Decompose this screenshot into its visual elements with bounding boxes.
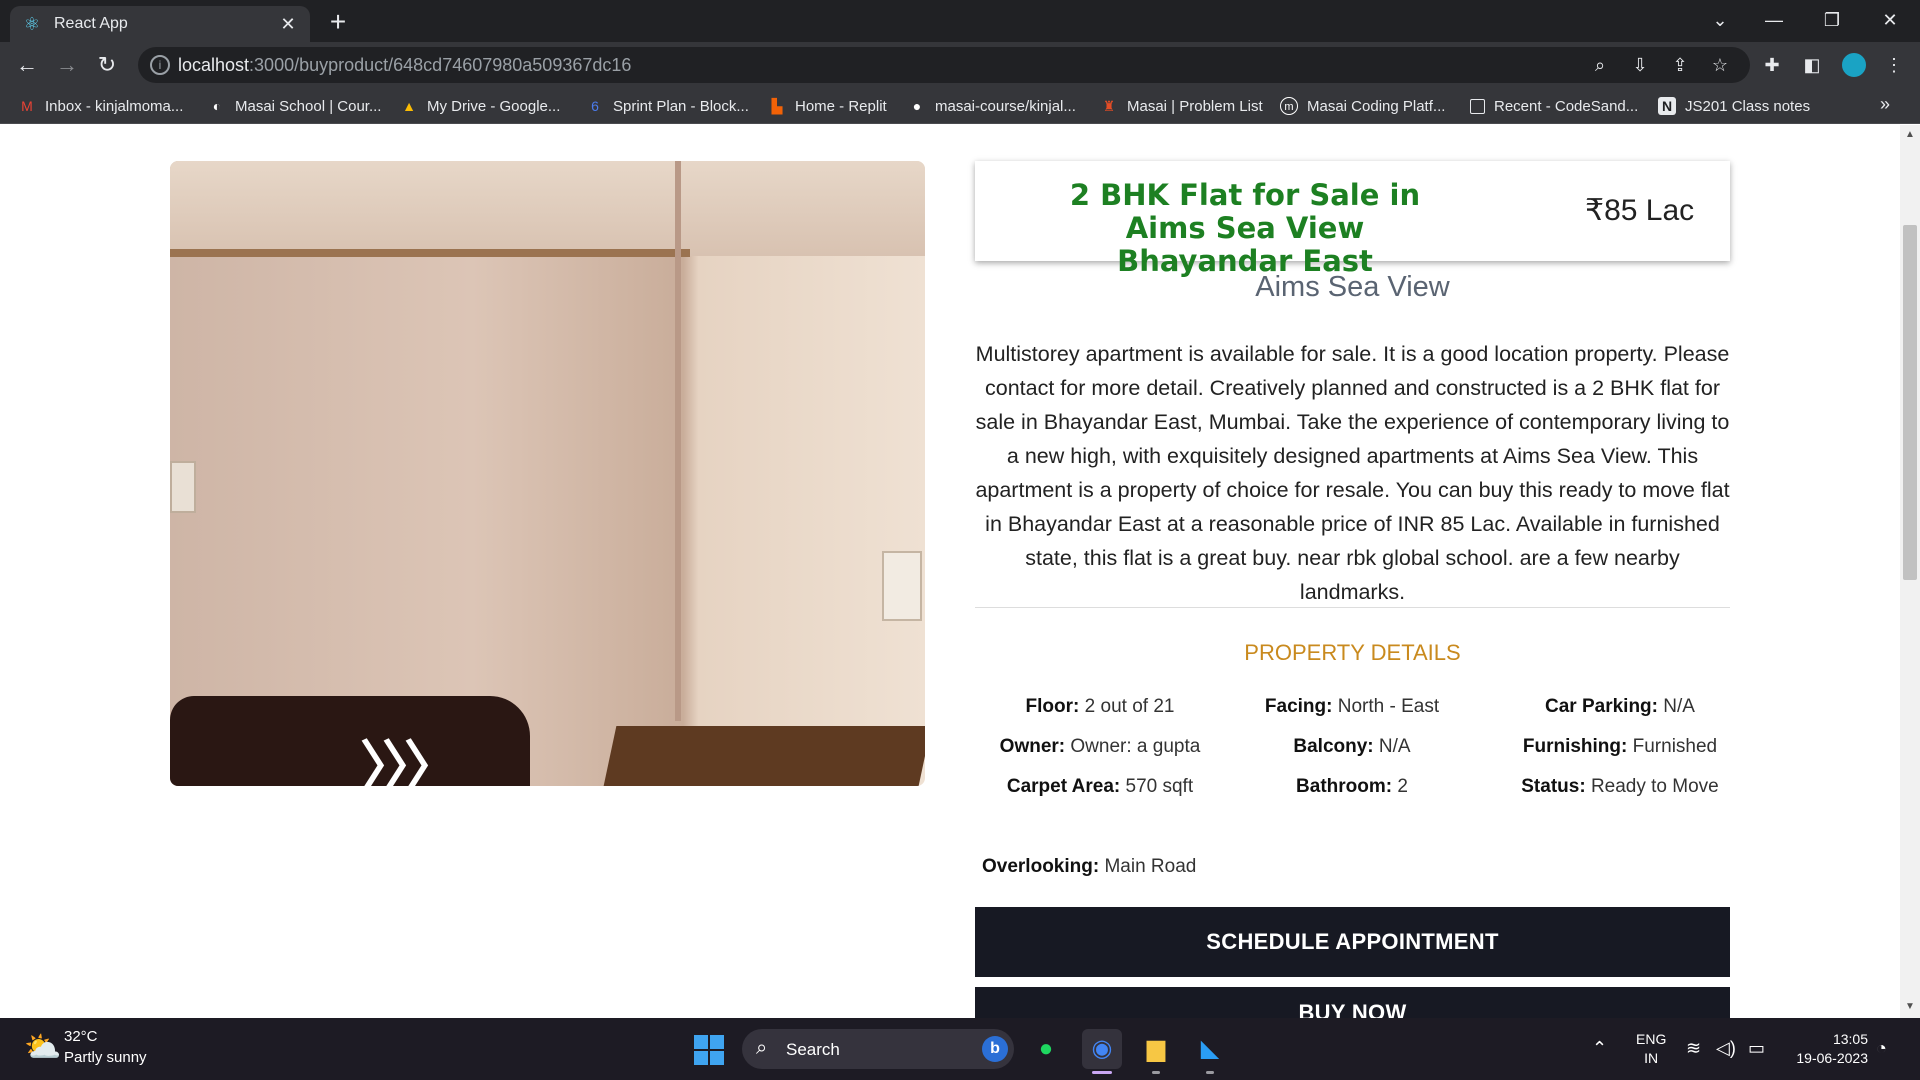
- share-icon[interactable]: ⇪: [1668, 53, 1692, 77]
- notion-icon: N: [1658, 97, 1676, 115]
- react-icon: ⚛: [23, 14, 41, 34]
- masai-coding-icon: m: [1280, 97, 1298, 115]
- bookmark-replit[interactable]: ▙ Home - Replit: [768, 96, 887, 116]
- install-app-icon[interactable]: ⇩: [1628, 53, 1652, 77]
- detail-bathroom: Bathroom: 2: [1296, 776, 1408, 797]
- page-scrollbar[interactable]: ▲ ▼: [1900, 125, 1920, 1018]
- detail-furnishing: Furnishing: Furnished: [1522, 736, 1718, 757]
- page-content: 〉〉〉 2 BHK Flat for Sale in Aims Sea View…: [0, 125, 1920, 1018]
- reload-button[interactable]: ↻: [92, 50, 122, 80]
- tab-title: React App: [54, 15, 128, 32]
- detail-carpet-area: Carpet Area: 570 sqft: [1006, 776, 1194, 797]
- new-tab-button[interactable]: +: [324, 8, 352, 36]
- weather-icon[interactable]: ⛅: [24, 1030, 61, 1066]
- close-window-button[interactable]: ✕: [1866, 0, 1914, 40]
- detail-balcony: Balcony: N/A: [1293, 736, 1411, 757]
- notifications-icon[interactable]: ◔: [1876, 1038, 1887, 1059]
- back-button[interactable]: ←: [12, 50, 42, 80]
- weather-temperature[interactable]: 32°C: [64, 1028, 98, 1045]
- zoom-search-icon[interactable]: ⌕: [1588, 53, 1612, 77]
- property-title: 2 BHK Flat for Sale in Aims Sea View Bha…: [1069, 178, 1421, 278]
- windows-taskbar: ⛅ 32°C Partly sunny ⌕ Search b ● ◉ ▆ ◣ ⌃…: [0, 1018, 1920, 1080]
- buy-now-button[interactable]: BUY NOW: [975, 987, 1730, 1018]
- weather-condition[interactable]: Partly sunny: [64, 1049, 147, 1066]
- detail-floor: Floor: 2 out of 21: [1025, 696, 1175, 717]
- bookmarks-overflow-icon[interactable]: »: [1880, 94, 1890, 115]
- site-info-icon[interactable]: i: [150, 55, 170, 75]
- block-icon: 6: [591, 98, 599, 114]
- wifi-icon[interactable]: ≋: [1686, 1038, 1701, 1059]
- codesandbox-icon: [1470, 98, 1485, 114]
- property-details-heading: PROPERTY DETAILS: [1244, 640, 1461, 665]
- vscode-icon[interactable]: ◣: [1190, 1029, 1230, 1069]
- forward-button[interactable]: →: [52, 50, 82, 80]
- extensions-icon[interactable]: ✚: [1760, 53, 1784, 77]
- scroll-up-arrow-icon[interactable]: ▲: [1905, 129, 1915, 140]
- menu-kebab-icon[interactable]: ⋮: [1882, 53, 1906, 77]
- bookmarks-bar: M Inbox - kinjalmoma... ◐ Masai School | C…: [0, 88, 1920, 124]
- bookmark-gmail[interactable]: M Inbox - kinjalmoma...: [18, 96, 183, 116]
- masai-problem-icon: ♜: [1102, 98, 1116, 114]
- bookmark-js201-notes[interactable]: N JS201 Class notes: [1658, 96, 1810, 116]
- search-label: Search: [786, 1040, 840, 1059]
- scrollbar-thumb[interactable]: [1903, 225, 1917, 580]
- masai-icon: ◐: [212, 98, 222, 114]
- profile-avatar[interactable]: [1840, 51, 1868, 79]
- bing-icon[interactable]: b: [982, 1036, 1008, 1062]
- detail-status: Status: Ready to Move: [1521, 776, 1719, 797]
- search-icon: ⌕: [756, 1037, 768, 1059]
- url-text[interactable]: localhost:3000/buyproduct/648cd74607980a…: [178, 55, 631, 76]
- google-drive-icon: ▲: [402, 98, 416, 114]
- restore-button[interactable]: ❐: [1808, 0, 1856, 40]
- scroll-down-arrow-icon[interactable]: ▼: [1905, 1001, 1915, 1012]
- address-bar[interactable]: i localhost:3000/buyproduct/648cd7460798…: [138, 47, 1750, 83]
- github-icon: ●: [912, 98, 922, 114]
- detail-car-parking: Car Parking: N/A: [1545, 696, 1695, 717]
- volume-icon[interactable]: ◁): [1716, 1038, 1736, 1059]
- property-price: ₹85 Lac: [1585, 194, 1695, 227]
- tab-close-icon[interactable]: ✕: [278, 14, 298, 34]
- detail-overlooking: Overlooking: Main Road: [982, 856, 1197, 877]
- gmail-icon: M: [21, 98, 33, 114]
- schedule-appointment-button[interactable]: SCHEDULE APPOINTMENT: [975, 907, 1730, 977]
- spotify-icon[interactable]: ●: [1026, 1029, 1066, 1069]
- divider: [975, 607, 1730, 608]
- bookmark-google-drive[interactable]: ▲ My Drive - Google...: [400, 96, 560, 116]
- bookmark-masai-school[interactable]: ◐ Masai School | Cour...: [208, 96, 382, 116]
- tray-overflow-chevron-icon[interactable]: ⌃: [1592, 1038, 1607, 1059]
- bookmark-masai-coding[interactable]: m Masai Coding Platf...: [1280, 96, 1445, 116]
- bookmark-sprint-plan[interactable]: 6 Sprint Plan - Block...: [586, 96, 749, 116]
- replit-icon: ▙: [771, 98, 783, 114]
- detail-facing: Facing: North - East: [1264, 696, 1440, 717]
- language-indicator[interactable]: ENG IN: [1636, 1030, 1666, 1068]
- start-button[interactable]: [694, 1035, 724, 1065]
- browser-tab[interactable]: ⚛ React App ✕: [10, 6, 310, 42]
- bookmark-github[interactable]: ● masai-course/kinjal...: [908, 96, 1076, 116]
- battery-icon[interactable]: ▭: [1748, 1038, 1765, 1059]
- bookmark-codesandbox[interactable]: Recent - CodeSand...: [1470, 96, 1638, 116]
- tab-search-chevron-icon[interactable]: ⌄: [1696, 0, 1744, 40]
- bookmark-masai-problem-list[interactable]: ♜ Masai | Problem List: [1100, 96, 1263, 116]
- system-clock[interactable]: 13:05 19-06-2023: [1782, 1030, 1868, 1068]
- browser-toolbar: ← → ↻ i localhost:3000/buyproduct/648cd7…: [0, 42, 1920, 88]
- taskbar-search[interactable]: ⌕ Search b: [742, 1029, 1014, 1069]
- minimize-button[interactable]: —: [1750, 0, 1798, 40]
- property-header-card: 2 BHK Flat for Sale in Aims Sea View Bha…: [975, 161, 1730, 278]
- project-name: Aims Sea View: [1255, 271, 1450, 303]
- browser-tab-strip: ⚛ React App ✕ + ⌄ — ❐ ✕: [0, 0, 1920, 42]
- chrome-icon[interactable]: ◉: [1082, 1029, 1122, 1069]
- property-description: Multistorey apartment is available for s…: [975, 342, 1730, 604]
- bookmark-star-icon[interactable]: ☆: [1708, 53, 1732, 77]
- side-panel-icon[interactable]: ◧: [1800, 53, 1824, 77]
- detail-owner: Owner: Owner: a gupta: [999, 736, 1201, 757]
- property-photo: 〉〉〉: [170, 161, 925, 786]
- file-explorer-icon[interactable]: ▆: [1136, 1029, 1176, 1069]
